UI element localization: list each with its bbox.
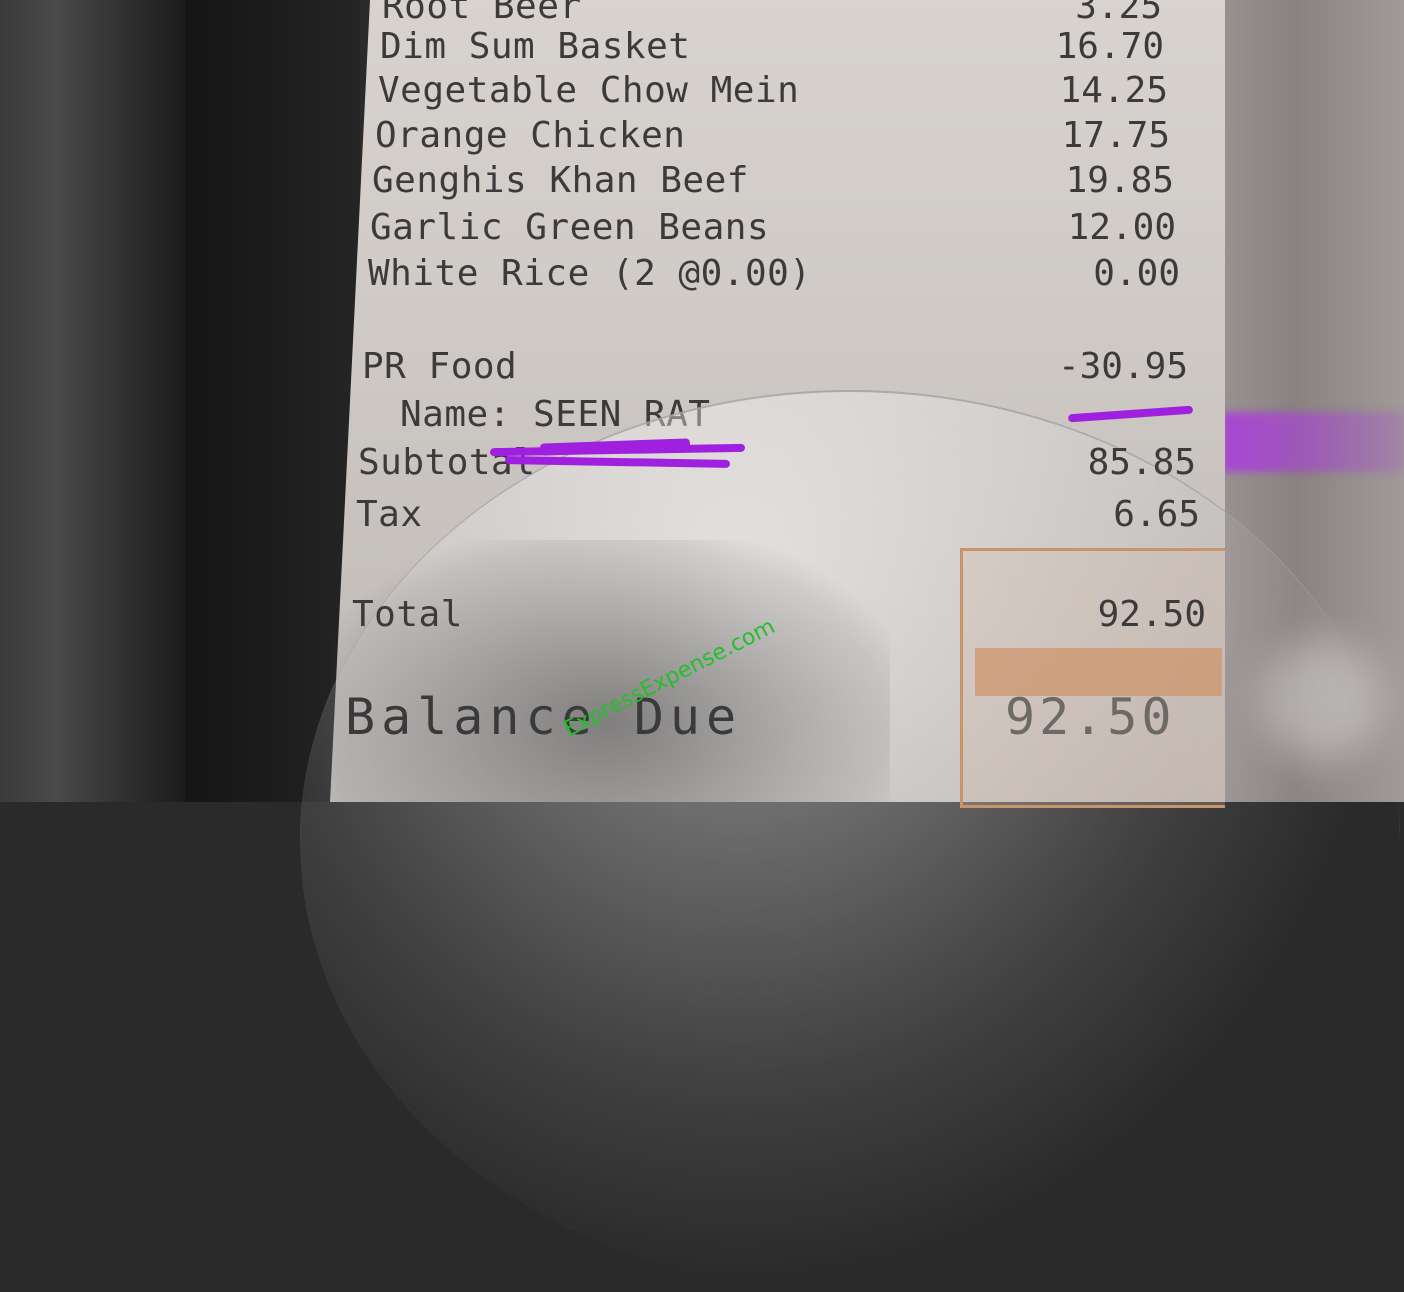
item-name: Genghis Khan Beef [372, 160, 749, 201]
purple-blur [1222, 412, 1404, 472]
item-price: 19.85 [1065, 160, 1174, 201]
item-price: 14.25 [1059, 70, 1168, 111]
balance-due-label: Balance Due [345, 688, 743, 746]
item-name: Orange Chicken [375, 115, 686, 156]
phone-shadow [330, 540, 890, 802]
item-price: 3.25 [1075, 0, 1162, 27]
item-name: Dim Sum Basket [380, 26, 691, 67]
item-name: Vegetable Chow Mein [378, 70, 800, 111]
item-price: 0.00 [1093, 253, 1180, 294]
item-name: White Rice (2 @0.00) [368, 253, 812, 294]
tax-amount: 6.65 [1113, 494, 1200, 535]
item-price: 16.70 [1055, 26, 1164, 67]
total-amount: 92.50 [1097, 594, 1206, 635]
item-price: 17.75 [1061, 115, 1170, 156]
item-price: 12.00 [1067, 207, 1176, 248]
total-label: Total [352, 594, 463, 635]
discount-label: PR Food [362, 346, 518, 387]
discount-amount: -30.95 [1057, 346, 1188, 387]
subtotal-amount: 85.85 [1087, 442, 1196, 483]
background-left [0, 0, 185, 802]
balance-due-amount: 92.50 [1005, 688, 1176, 746]
item-name: Garlic Green Beans [370, 207, 770, 248]
tax-label: Tax [356, 494, 423, 535]
glass-glare [300, 390, 1400, 1292]
item-name: Root Beer [382, 0, 582, 27]
